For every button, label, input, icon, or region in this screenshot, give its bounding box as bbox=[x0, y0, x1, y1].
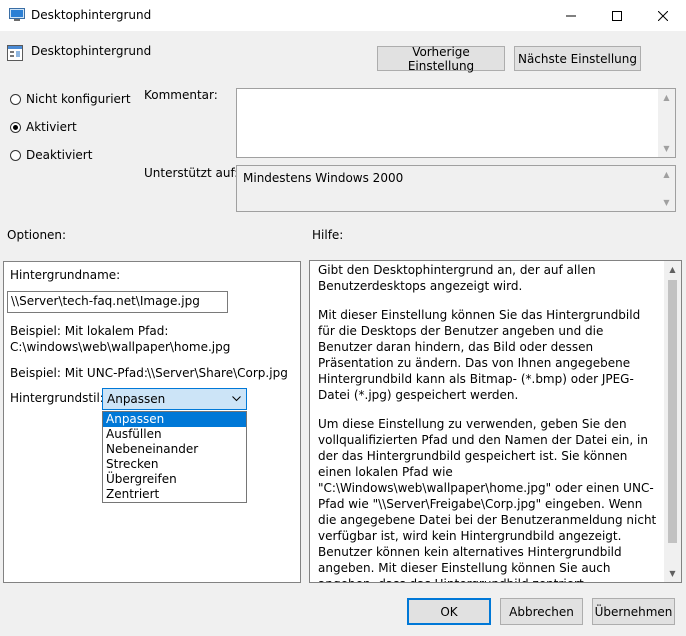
background-name-label: Hintergrundname: bbox=[10, 268, 121, 282]
radio-not-configured[interactable]: Nicht konfiguriert bbox=[10, 92, 131, 106]
radio-label: Deaktiviert bbox=[26, 148, 93, 162]
scroll-down-arrow-icon[interactable]: ▼ bbox=[664, 565, 681, 582]
apply-button[interactable]: Übernehmen bbox=[592, 598, 675, 625]
radio-circle bbox=[10, 93, 21, 105]
minimize-button[interactable] bbox=[548, 0, 594, 31]
help-scrollbar[interactable]: ▲ ▼ bbox=[664, 261, 681, 582]
radio-circle-checked bbox=[10, 121, 21, 133]
scroll-up-arrow-icon[interactable]: ▲ bbox=[658, 166, 675, 183]
background-style-select[interactable]: Anpassen bbox=[102, 388, 247, 410]
maximize-button[interactable] bbox=[594, 0, 640, 31]
cancel-button[interactable]: Abbrechen bbox=[500, 598, 583, 625]
help-label: Hilfe: bbox=[312, 228, 344, 242]
background-name-value: \\Server\tech-faq.net\Image.jpg bbox=[11, 294, 200, 308]
scroll-up-arrow-icon[interactable]: ▲ bbox=[658, 89, 675, 106]
radio-label: Nicht konfiguriert bbox=[26, 92, 131, 106]
dropdown-option-uebergreifen[interactable]: Übergreifen bbox=[103, 472, 246, 487]
dropdown-option-anpassen[interactable]: Anpassen bbox=[103, 412, 246, 427]
background-style-dropdown: Anpassen Ausfüllen Nebeneinander Strecke… bbox=[102, 411, 247, 503]
scroll-thumb[interactable] bbox=[668, 280, 677, 543]
example-local-label: Beispiel: Mit lokalem Pfad: bbox=[10, 324, 169, 338]
setting-name: Desktophintergrund bbox=[31, 44, 152, 58]
dropdown-option-zentriert[interactable]: Zentriert bbox=[103, 487, 246, 502]
previous-setting-button[interactable]: Vorherige Einstellung bbox=[377, 45, 505, 73]
setting-icon bbox=[7, 45, 23, 61]
window-title: Desktophintergrund bbox=[31, 8, 152, 22]
help-text: Gibt den Desktophintergrund an, der auf … bbox=[318, 262, 659, 582]
background-name-input[interactable]: \\Server\tech-faq.net\Image.jpg bbox=[7, 291, 228, 313]
radio-label: Aktiviert bbox=[26, 120, 77, 134]
options-label: Optionen: bbox=[7, 228, 67, 242]
close-button[interactable] bbox=[640, 0, 686, 31]
policy-window-icon bbox=[9, 8, 25, 21]
help-panel: Gibt den Desktophintergrund an, der auf … bbox=[309, 260, 682, 583]
radio-circle bbox=[10, 149, 21, 161]
supported-scrollbar[interactable]: ▲ ▼ bbox=[658, 166, 675, 211]
example-local-value: C:\windows\web\wallpaper\home.jpg bbox=[10, 340, 231, 354]
comment-textarea[interactable]: ▲ ▼ bbox=[236, 88, 676, 158]
example-unc-label: Beispiel: Mit UNC-Pfad: bbox=[10, 366, 148, 380]
next-setting-button[interactable]: Nächste Einstellung bbox=[514, 46, 641, 71]
example-unc-value: \\Server\Share\Corp.jpg bbox=[147, 366, 288, 380]
dropdown-option-nebeneinander[interactable]: Nebeneinander bbox=[103, 442, 246, 457]
radio-enabled[interactable]: Aktiviert bbox=[10, 120, 77, 134]
scroll-down-arrow-icon[interactable]: ▼ bbox=[658, 194, 675, 211]
chevron-down-icon bbox=[232, 396, 241, 402]
help-paragraph: Um diese Einstellung zu verwenden, geben… bbox=[318, 417, 657, 582]
supported-textbox: Mindestens Windows 2000 ▲ ▼ bbox=[236, 165, 676, 212]
background-style-selected: Anpassen bbox=[107, 392, 166, 406]
comment-scrollbar[interactable]: ▲ ▼ bbox=[658, 89, 675, 157]
ok-button[interactable]: OK bbox=[407, 598, 491, 625]
scroll-down-arrow-icon[interactable]: ▼ bbox=[658, 140, 675, 157]
maximize-icon bbox=[612, 10, 622, 21]
background-style-label: Hintergrundstil: bbox=[10, 391, 104, 405]
close-icon bbox=[658, 10, 668, 21]
help-paragraph: Gibt den Desktophintergrund an, der auf … bbox=[318, 263, 596, 293]
supported-value: Mindestens Windows 2000 bbox=[243, 171, 404, 185]
radio-disabled[interactable]: Deaktiviert bbox=[10, 148, 92, 162]
scroll-up-arrow-icon[interactable]: ▲ bbox=[664, 261, 681, 278]
help-paragraph: Mit dieser Einstellung können Sie das Hi… bbox=[318, 308, 641, 402]
dropdown-option-ausfuellen[interactable]: Ausfüllen bbox=[103, 427, 246, 442]
dropdown-option-strecken[interactable]: Strecken bbox=[103, 457, 246, 472]
comment-label: Kommentar: bbox=[144, 88, 218, 102]
minimize-icon bbox=[566, 15, 576, 16]
supported-label: Unterstützt auf: bbox=[144, 166, 239, 180]
